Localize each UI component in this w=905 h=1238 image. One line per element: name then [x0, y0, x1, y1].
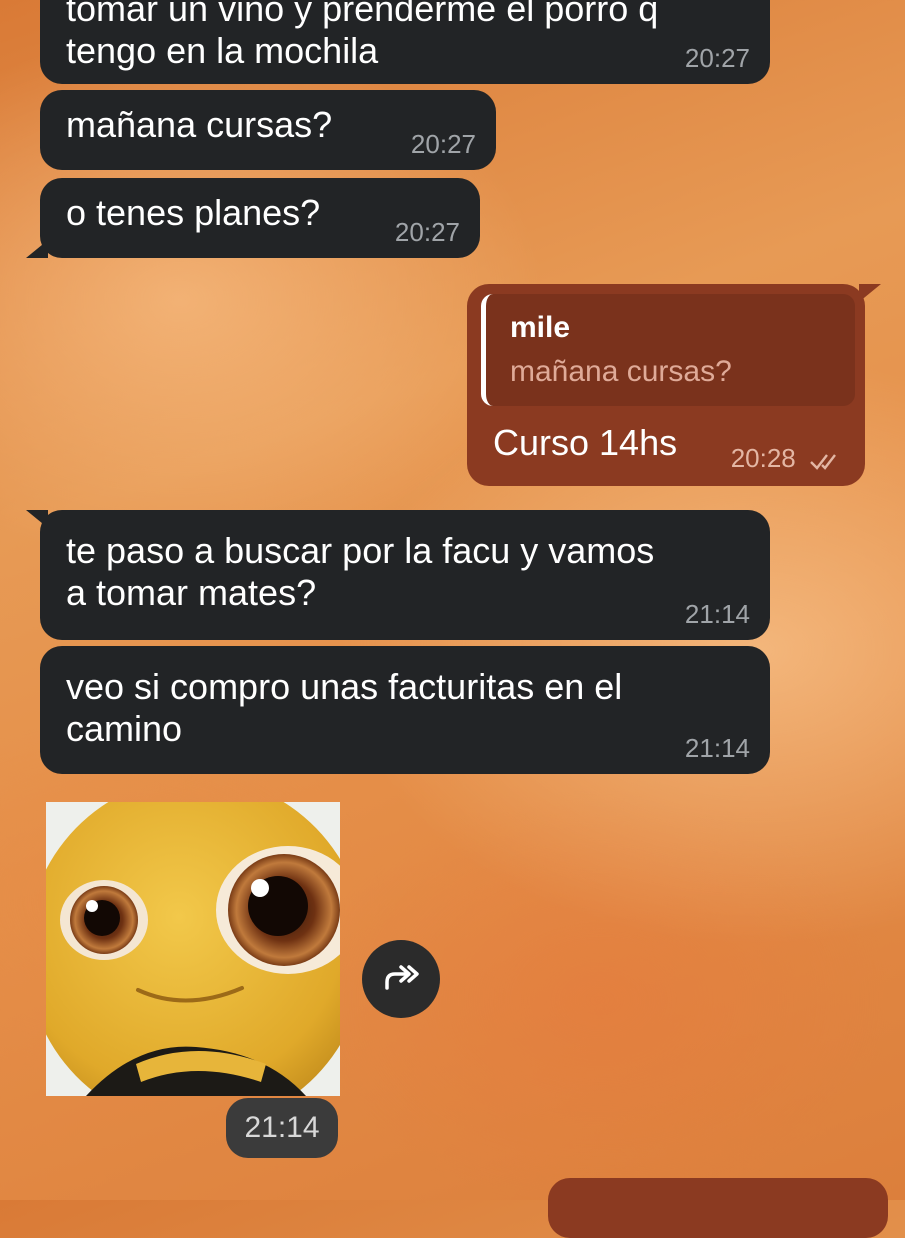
message-time: 20:27 — [394, 217, 460, 247]
message-time: 20:27 — [410, 129, 476, 159]
sticker-image[interactable] — [46, 802, 340, 1096]
message-text: veo si compro unas facturitas en el — [66, 666, 623, 707]
incoming-message[interactable]: veo si compro unas facturitas en el cami… — [40, 646, 770, 774]
reply-author: mile — [510, 311, 571, 344]
double-check-icon — [809, 446, 843, 473]
message-time: 21:14 — [684, 599, 750, 629]
sticker-time: 21:14 — [226, 1098, 338, 1158]
incoming-message[interactable]: o tenes planes? 20:27 — [26, 178, 480, 258]
incoming-message[interactable]: mañana cursas? 20:27 — [40, 90, 496, 170]
forward-icon — [381, 960, 421, 999]
message-text: te paso a buscar por la facu y vamos — [66, 530, 655, 571]
incoming-message[interactable]: tomar un vino y prenderme el porro q ten… — [40, 0, 770, 84]
message-text: Curso 14hs — [493, 422, 678, 463]
outgoing-message[interactable] — [548, 1178, 888, 1238]
message-text: tomar un vino y prenderme el porro q — [66, 0, 659, 29]
outgoing-message[interactable]: mile mañana cursas? Curso 14hs 20:28 — [467, 284, 881, 486]
incoming-message[interactable]: te paso a buscar por la facu y vamos a t… — [26, 510, 770, 640]
message-time: 21:14 — [684, 733, 750, 763]
message-text: camino — [66, 708, 183, 749]
forward-button[interactable] — [362, 940, 440, 1018]
message-time: 20:28 — [731, 444, 843, 474]
chat-area[interactable]: tomar un vino y prenderme el porro q ten… — [0, 0, 905, 1238]
message-time: 20:27 — [684, 43, 750, 73]
message-text: tengo en la mochila — [66, 30, 379, 71]
message-text: a tomar mates? — [66, 572, 317, 613]
reply-quote[interactable]: mile mañana cursas? — [481, 294, 855, 406]
reply-quoted-text: mañana cursas? — [510, 355, 732, 388]
